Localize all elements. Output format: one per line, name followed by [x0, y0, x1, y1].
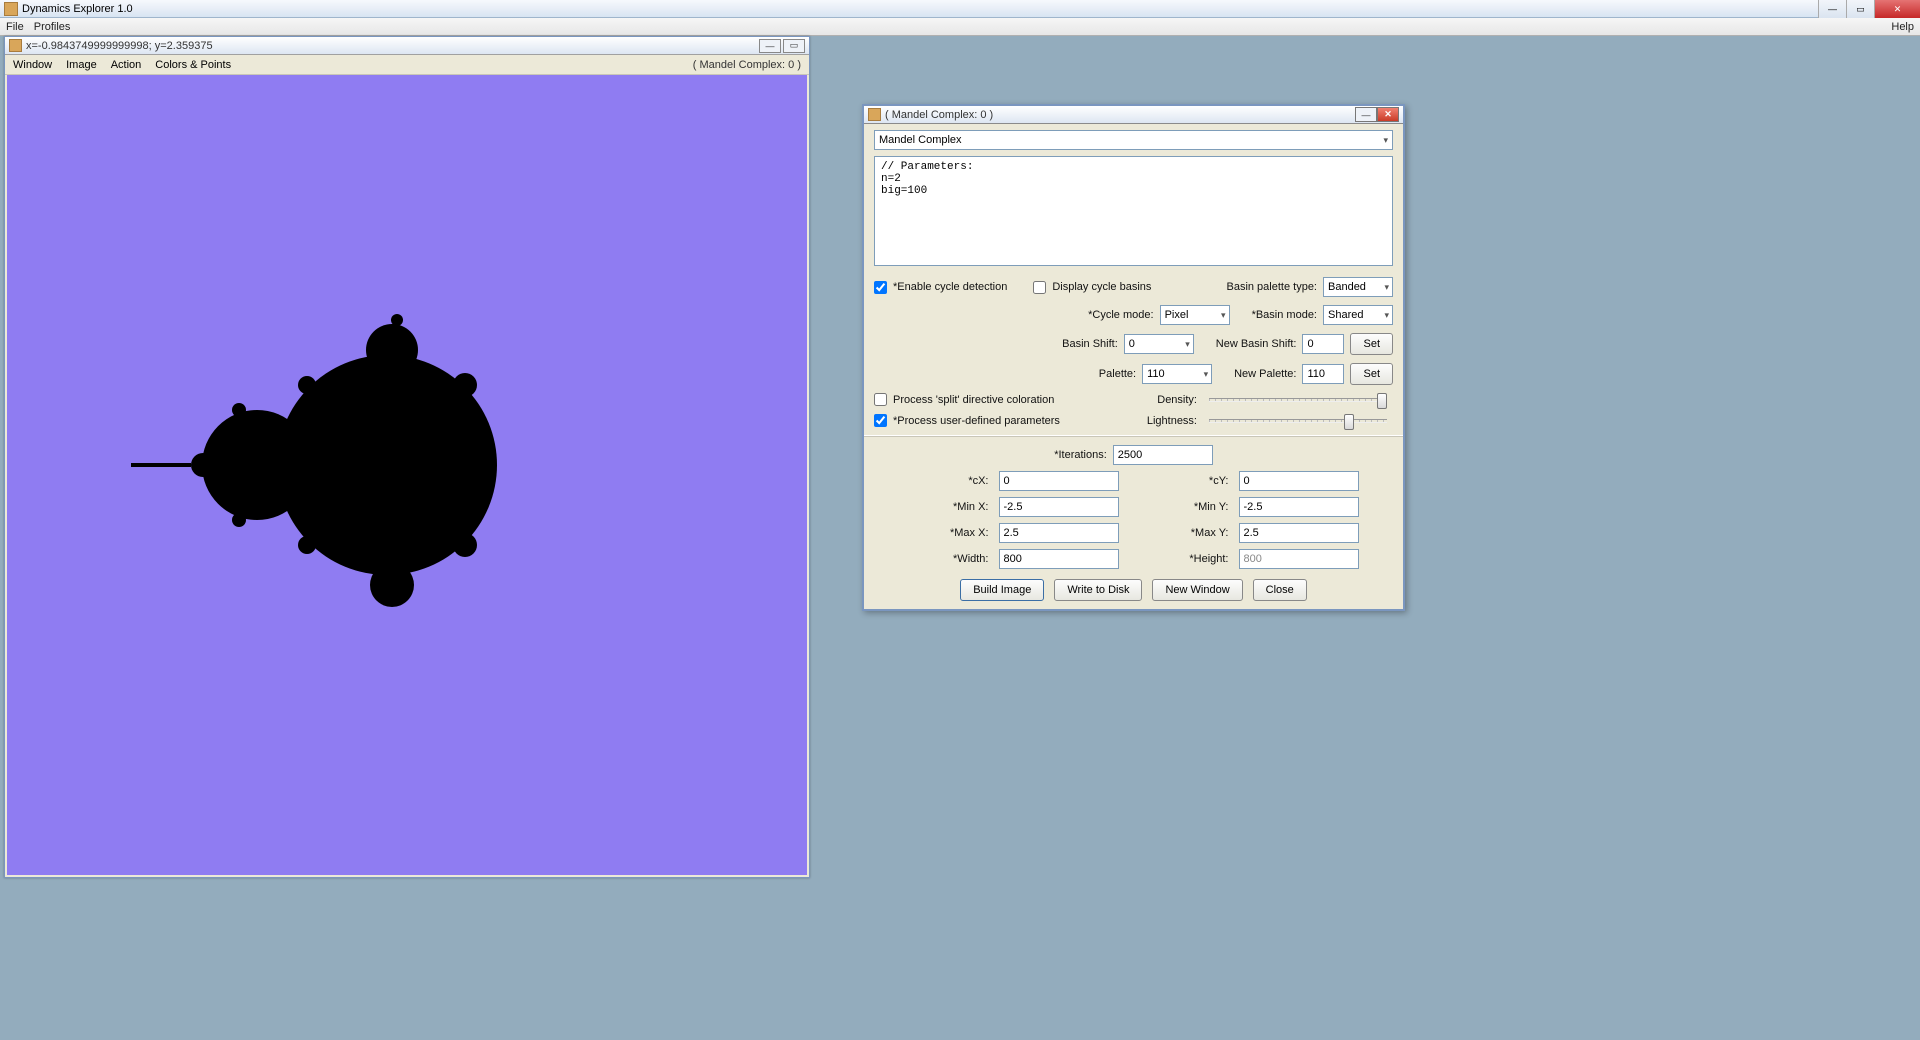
app-icon — [4, 2, 18, 16]
image-window-type-label: ( Mandel Complex: 0 ) — [693, 59, 801, 71]
set-palette-button[interactable]: Set — [1350, 363, 1393, 385]
dialog-titlebar[interactable]: ( Mandel Complex: 0 ) — ✕ — [864, 106, 1403, 124]
dialog-minimize-button[interactable]: — — [1355, 107, 1377, 122]
image-window-minimize-button[interactable]: — — [759, 39, 781, 53]
iterations-label: *Iterations: — [1054, 449, 1107, 461]
height-input — [1239, 549, 1359, 569]
basin-shift-select[interactable]: 0 — [1124, 334, 1194, 354]
image-window-titlebar[interactable]: x=-0.9843749999999998; y=2.359375 — ▭ — [5, 37, 809, 55]
menu-profiles[interactable]: Profiles — [34, 21, 71, 33]
image-menu-window[interactable]: Window — [13, 59, 52, 71]
cycle-mode-select[interactable]: Pixel — [1160, 305, 1230, 325]
app-minimize-button[interactable]: — — [1818, 0, 1846, 18]
basin-shift-label: Basin Shift: — [1062, 338, 1118, 350]
width-label: *Width: — [899, 553, 989, 565]
basin-mode-select[interactable]: Shared — [1323, 305, 1393, 325]
close-button[interactable]: Close — [1253, 579, 1307, 601]
separator — [864, 435, 1403, 437]
basin-mode-label: *Basin mode: — [1252, 309, 1317, 321]
maxy-label: *Max Y: — [1139, 527, 1229, 539]
minx-input[interactable] — [999, 497, 1119, 517]
cy-input[interactable] — [1239, 471, 1359, 491]
app-close-button[interactable]: ✕ — [1874, 0, 1920, 18]
cx-label: *cX: — [899, 475, 989, 487]
dialog-icon — [868, 108, 881, 121]
maxx-input[interactable] — [999, 523, 1119, 543]
enable-cycle-detection-label: *Enable cycle detection — [893, 281, 1007, 293]
dialog-title: ( Mandel Complex: 0 ) — [885, 109, 993, 121]
miny-label: *Min Y: — [1139, 501, 1229, 513]
image-window-menubar: Window Image Action Colors & Points ( Ma… — [5, 55, 809, 75]
process-user-params-checkbox[interactable] — [874, 414, 887, 427]
image-window-icon — [9, 39, 22, 52]
fractal-type-select[interactable]: Mandel Complex — [874, 130, 1393, 150]
cy-label: *cY: — [1139, 475, 1229, 487]
new-palette-label: New Palette: — [1234, 368, 1296, 380]
app-maximize-button[interactable]: ▭ — [1846, 0, 1874, 18]
iterations-input[interactable] — [1113, 445, 1213, 465]
menu-file[interactable]: File — [6, 21, 24, 33]
build-image-button[interactable]: Build Image — [960, 579, 1044, 601]
maxx-label: *Max X: — [899, 527, 989, 539]
menu-help[interactable]: Help — [1891, 21, 1914, 33]
enable-cycle-detection-checkbox[interactable] — [874, 281, 887, 294]
parameters-textarea[interactable] — [874, 156, 1393, 266]
process-split-checkbox[interactable] — [874, 393, 887, 406]
minx-label: *Min X: — [899, 501, 989, 513]
image-menu-image[interactable]: Image — [66, 59, 97, 71]
miny-input[interactable] — [1239, 497, 1359, 517]
maxy-input[interactable] — [1239, 523, 1359, 543]
height-label: *Height: — [1139, 553, 1229, 565]
mandel-settings-dialog: ( Mandel Complex: 0 ) — ✕ Mandel Complex… — [862, 104, 1405, 611]
new-basin-shift-input[interactable] — [1302, 334, 1344, 354]
cx-input[interactable] — [999, 471, 1119, 491]
density-slider[interactable] — [1209, 398, 1387, 402]
process-user-params-label: *Process user-defined parameters — [893, 415, 1060, 427]
app-menubar: File Profiles Help — [0, 18, 1920, 36]
new-palette-input[interactable] — [1302, 364, 1344, 384]
fractal-canvas[interactable] — [7, 75, 807, 875]
density-label: Density: — [1157, 394, 1197, 406]
fractal-type-value: Mandel Complex — [879, 134, 962, 146]
display-cycle-basins-label: Display cycle basins — [1052, 281, 1151, 293]
workspace: x=-0.9843749999999998; y=2.359375 — ▭ Wi… — [0, 36, 1920, 1040]
palette-select[interactable]: 110 — [1142, 364, 1212, 384]
display-cycle-basins-checkbox[interactable] — [1033, 281, 1046, 294]
lightness-label: Lightness: — [1147, 415, 1197, 427]
image-window-coords: x=-0.9843749999999998; y=2.359375 — [26, 40, 213, 52]
write-to-disk-button[interactable]: Write to Disk — [1054, 579, 1142, 601]
image-menu-colors[interactable]: Colors & Points — [155, 59, 231, 71]
dialog-close-button[interactable]: ✕ — [1377, 107, 1399, 122]
image-window-maximize-button[interactable]: ▭ — [783, 39, 805, 53]
new-window-button[interactable]: New Window — [1152, 579, 1242, 601]
image-menu-action[interactable]: Action — [111, 59, 142, 71]
app-title: Dynamics Explorer 1.0 — [22, 3, 133, 15]
basin-palette-type-label: Basin palette type: — [1226, 281, 1317, 293]
app-titlebar: Dynamics Explorer 1.0 — ▭ ✕ — [0, 0, 1920, 18]
process-split-label: Process 'split' directive coloration — [893, 394, 1054, 406]
width-input[interactable] — [999, 549, 1119, 569]
lightness-slider[interactable] — [1209, 419, 1387, 423]
new-basin-shift-label: New Basin Shift: — [1216, 338, 1297, 350]
cycle-mode-label: *Cycle mode: — [1088, 309, 1153, 321]
set-basin-shift-button[interactable]: Set — [1350, 333, 1393, 355]
fractal-image-window: x=-0.9843749999999998; y=2.359375 — ▭ Wi… — [4, 36, 810, 878]
palette-label: Palette: — [1099, 368, 1136, 380]
basin-palette-type-select[interactable]: Banded — [1323, 277, 1393, 297]
